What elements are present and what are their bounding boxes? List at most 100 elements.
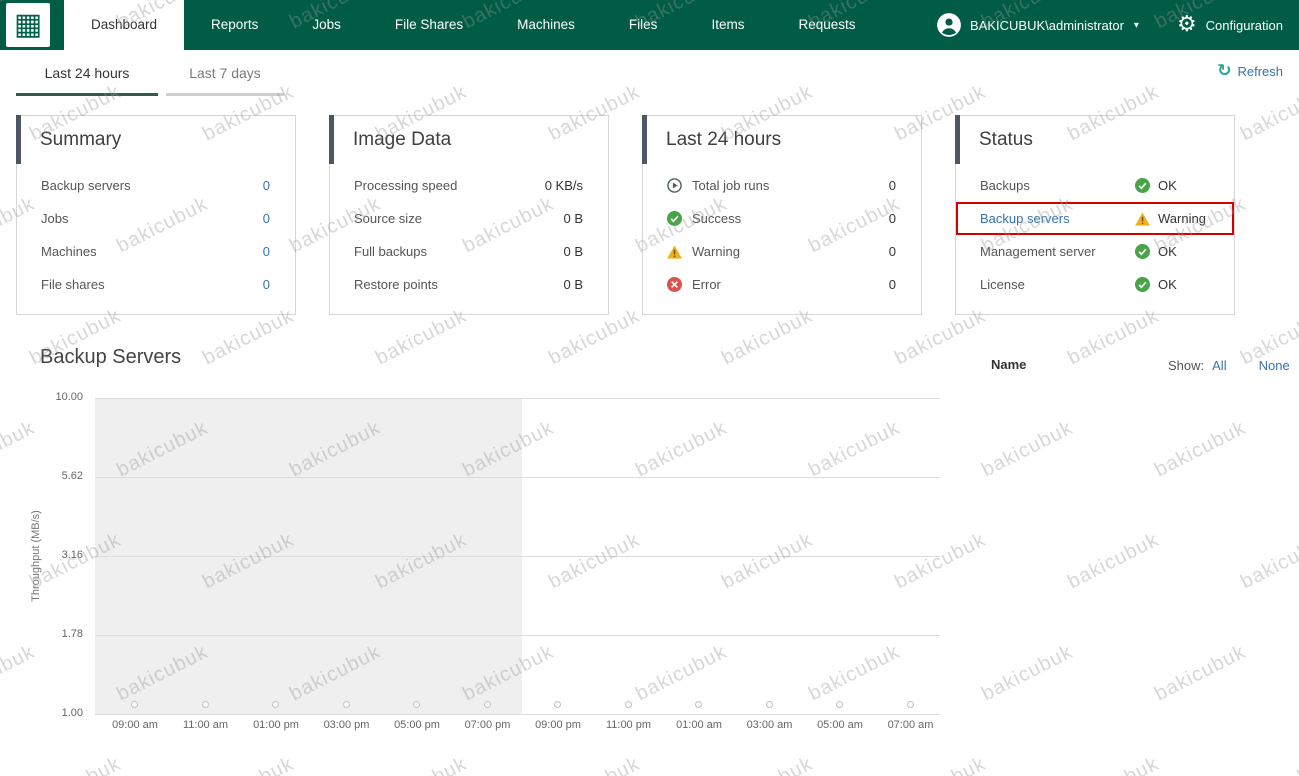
tab-jobs[interactable]: Jobs [285, 0, 368, 50]
x-tick-label: 07:00 pm [464, 719, 511, 731]
tab-requests[interactable]: Requests [771, 0, 882, 50]
y-tick-label: 1.00 [61, 707, 83, 719]
data-point-marker [342, 701, 350, 708]
y-tick-label: 1.78 [61, 628, 83, 640]
error-icon [667, 277, 683, 293]
last24-row-total-job-runs: Total job runs 0 [643, 169, 921, 202]
app-logo[interactable]: ▦ [6, 3, 50, 47]
imagedata-row-source-size: Source size 0 B [330, 202, 608, 235]
success-icon [667, 211, 683, 227]
backup-servers-link[interactable]: Backup servers [980, 211, 1135, 226]
x-tick-label: 11:00 pm [605, 719, 652, 731]
x-tick-label: 01:00 pm [253, 719, 299, 731]
row-value[interactable]: 0 [263, 178, 270, 193]
status-row-backups: Backups OK [956, 169, 1234, 202]
x-tick-label: 01:00 am [676, 719, 722, 731]
row-label: Jobs [41, 211, 69, 226]
data-point-marker [272, 701, 279, 708]
tab-file-shares[interactable]: File Shares [368, 0, 490, 50]
chart-gridline [95, 635, 940, 636]
show-none-link[interactable]: None [1259, 358, 1290, 373]
status-value: OK [1158, 178, 1177, 193]
data-point-marker [413, 701, 420, 708]
refresh-button[interactable]: ↻ Refresh [1217, 63, 1283, 80]
user-name: BAKICUBUK\administrator [970, 17, 1124, 33]
status-value: Warning [1158, 211, 1206, 226]
row-value: 0 [888, 211, 896, 226]
show-all-link[interactable]: All [1212, 358, 1226, 373]
watermark-text: bakicubuk [1064, 753, 1163, 776]
show-filter: Show: All None [1168, 358, 1290, 373]
watermark-text: bakicubuk [1237, 528, 1299, 594]
row-value[interactable]: 0 [263, 244, 270, 259]
row-value: 0 B [563, 244, 583, 259]
card-title: Image Data [353, 129, 452, 150]
watermark-text: bakicubuk [978, 416, 1077, 482]
success-icon [1135, 244, 1151, 260]
card-title: Summary [40, 129, 122, 150]
row-label: Backup servers [41, 178, 131, 193]
watermark-text: bakicubuk [978, 640, 1077, 706]
user-avatar-icon [936, 12, 962, 38]
row-value[interactable]: 0 [263, 211, 270, 226]
summary-row-file-shares: File shares 0 [17, 268, 295, 301]
row-label: Warning [692, 244, 740, 259]
x-tick-label: 03:00 pm [323, 719, 370, 731]
show-label: Show: [1168, 358, 1205, 373]
refresh-icon: ↻ [1217, 61, 1232, 81]
row-value: 0 B [563, 277, 583, 292]
x-tick-label: 07:00 am [887, 719, 934, 731]
y-tick-label: 3.16 [61, 549, 83, 561]
x-tick-label: 05:00 am [817, 719, 863, 731]
tab-items[interactable]: Items [684, 0, 771, 50]
x-tick-label: 03:00 am [746, 719, 793, 731]
data-point-marker [624, 701, 632, 708]
status-row-management-server: Management server OK [956, 235, 1234, 268]
row-label: Error [692, 277, 721, 292]
watermark-text: bakicubuk [1237, 753, 1299, 776]
imagedata-row-full-backups: Full backups 0 B [330, 235, 608, 268]
row-value[interactable]: 0 [263, 277, 270, 292]
row-label: Backups [980, 178, 1030, 193]
data-point-marker [201, 701, 209, 708]
data-point-marker [836, 701, 843, 708]
status-value: OK [1158, 277, 1177, 292]
list-header-name: Name [991, 357, 1027, 372]
row-label: Success [692, 211, 742, 226]
nav-right: BAKICUBUK\administrator ▾ ⚙ Configuratio… [936, 0, 1299, 50]
warning-icon [1135, 211, 1151, 227]
last24-row-error: Error 0 [643, 268, 921, 301]
main-tabs: Dashboard Reports Jobs File Shares Machi… [64, 0, 883, 50]
configuration-button[interactable]: ⚙ Configuration [1177, 14, 1283, 36]
configuration-label: Configuration [1205, 17, 1283, 33]
watermark-text: bakicubuk [1064, 528, 1163, 594]
row-label: Total job runs [692, 178, 770, 193]
row-label: License [980, 277, 1025, 292]
row-label: Processing speed [354, 178, 458, 193]
tab-dashboard[interactable]: Dashboard [64, 0, 185, 50]
user-menu[interactable]: BAKICUBUK\administrator ▾ [936, 12, 1139, 38]
status-row-license: License OK [956, 268, 1234, 301]
tab-last-24-hours[interactable]: Last 24 hours [16, 50, 158, 96]
watermark-text: bakicubuk [1151, 640, 1250, 706]
card-last-24-hours: Last 24 hours Total job runs 0 Success 0… [642, 115, 922, 315]
status-value: OK [1158, 244, 1177, 259]
tab-last-7-days[interactable]: Last 7 days [166, 50, 284, 96]
tab-files[interactable]: Files [602, 0, 685, 50]
tab-machines[interactable]: Machines [490, 0, 602, 50]
row-label: Full backups [354, 244, 427, 259]
row-value: 0 [888, 178, 896, 193]
play-icon [667, 178, 683, 194]
dashboard-page: ▦ Dashboard Reports Jobs File Shares Mac… [0, 0, 1299, 776]
success-icon [1135, 277, 1151, 293]
card-status: Status Backups OK Backup servers Warning… [955, 115, 1235, 315]
data-point-marker [765, 701, 773, 708]
chart-gridline [95, 398, 940, 399]
tab-reports[interactable]: Reports [184, 0, 285, 50]
row-label: File shares [41, 277, 105, 292]
grid-logo-icon: ▦ [13, 8, 43, 41]
data-point-marker [483, 701, 491, 708]
row-label: Machines [41, 244, 97, 259]
chart-gridline [95, 477, 940, 478]
imagedata-row-processing-speed: Processing speed 0 KB/s [330, 169, 608, 202]
